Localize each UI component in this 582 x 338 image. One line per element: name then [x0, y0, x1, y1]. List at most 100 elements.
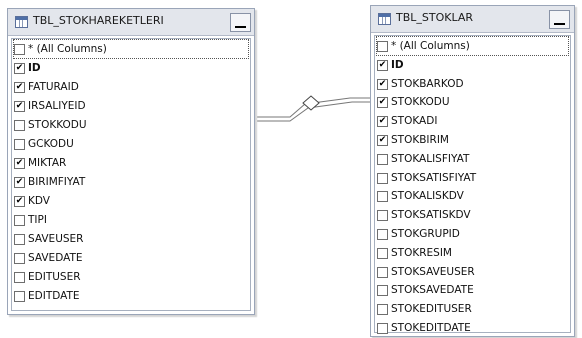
column-label: ID	[28, 62, 41, 74]
checkbox-icon[interactable]	[377, 229, 388, 240]
column-label: SAVEUSER	[28, 233, 84, 245]
column-row[interactable]: ✔ STOKADI	[377, 112, 568, 130]
column-row[interactable]: STOKALISFIYAT	[377, 150, 568, 168]
checkbox-icon[interactable]: ✔	[14, 63, 25, 74]
table-window-left[interactable]: TBL_STOKHAREKETLERI * (All Columns) ✔ ID ✔ F…	[7, 8, 255, 315]
checkbox-icon[interactable]: ✔	[377, 78, 388, 90]
column-label: STOKALISFIYAT	[391, 152, 470, 165]
column-label: STOKBARKOD	[391, 77, 464, 90]
table-title-bar[interactable]: TBL_STOKHAREKETLERI	[8, 9, 254, 36]
minimize-button[interactable]	[230, 13, 251, 32]
checkbox-icon[interactable]	[14, 253, 25, 264]
column-label: TIPI	[28, 214, 47, 226]
column-label: STOKSAVEUSER	[391, 265, 475, 278]
column-label: KDV	[28, 195, 50, 207]
column-label: STOKSAVEDATE	[391, 284, 474, 297]
column-label: STOKEDITUSER	[391, 303, 472, 316]
column-row[interactable]: STOKGRUPID	[377, 225, 568, 243]
column-row[interactable]: SAVEDATE	[14, 249, 248, 267]
column-row[interactable]: ✔ STOKBARKOD	[377, 75, 568, 93]
column-row[interactable]: STOKKODU	[14, 116, 248, 134]
checkbox-icon[interactable]	[377, 172, 388, 184]
checkbox-icon[interactable]	[377, 247, 388, 259]
column-row[interactable]: EDITUSER	[14, 268, 248, 286]
column-label: * (All Columns)	[28, 43, 107, 55]
column-row[interactable]: ✔ MIKTAR	[14, 154, 248, 172]
column-label: GCKODU	[28, 138, 74, 150]
column-label: BIRIMFIYAT	[28, 176, 86, 188]
checkbox-icon[interactable]	[377, 285, 388, 297]
table-title-bar[interactable]: TBL_STOKLAR	[371, 6, 574, 33]
column-row[interactable]: * (All Columns)	[376, 36, 569, 56]
column-row[interactable]: TIPI	[14, 211, 248, 229]
column-row[interactable]: STOKRESIM	[377, 244, 568, 262]
table-icon	[378, 13, 391, 25]
checkbox-icon[interactable]: ✔	[14, 196, 25, 207]
checkbox-icon[interactable]: ✔	[377, 116, 388, 128]
checkbox-icon[interactable]: ✔	[377, 135, 388, 146]
checkbox-icon[interactable]: ✔	[14, 177, 25, 188]
checkbox-icon[interactable]	[14, 44, 25, 55]
column-label: SAVEDATE	[28, 252, 83, 264]
column-label: STOKGRUPID	[391, 228, 460, 240]
checkbox-icon[interactable]	[14, 120, 25, 131]
checkbox-icon[interactable]: ✔	[377, 59, 388, 71]
checkbox-icon[interactable]	[14, 139, 25, 150]
column-row[interactable]: SAVEUSER	[14, 230, 248, 248]
checkbox-icon[interactable]	[377, 210, 388, 222]
checkbox-icon[interactable]	[377, 191, 388, 203]
column-row[interactable]: STOKEDITUSER	[377, 300, 568, 318]
column-label: STOKSATISKDV	[391, 209, 471, 222]
column-row[interactable]: * (All Columns)	[13, 39, 249, 59]
checkbox-icon[interactable]: ✔	[377, 97, 388, 109]
column-label: ID	[391, 58, 404, 71]
checkbox-icon[interactable]	[14, 272, 25, 283]
minimize-button[interactable]	[549, 10, 570, 29]
column-row[interactable]: ✔ FATURAID	[14, 78, 248, 96]
table-icon	[15, 16, 28, 28]
column-row[interactable]: ✔ ID	[377, 56, 568, 74]
column-row[interactable]: ✔ ID	[14, 59, 248, 77]
column-row[interactable]: STOKEDITDATE	[377, 319, 568, 337]
column-list[interactable]: * (All Columns) ✔ ID ✔ FATURAID ✔ IRSALIYEID ST…	[11, 38, 251, 311]
column-row[interactable]: ✔ KDV	[14, 192, 248, 210]
column-label: MIKTAR	[28, 157, 67, 169]
checkbox-icon[interactable]	[377, 41, 388, 52]
column-label: STOKKODU	[391, 96, 450, 109]
join-icon	[302, 95, 320, 111]
column-row[interactable]: ✔ STOKBIRIM	[377, 131, 568, 149]
column-label: EDITUSER	[28, 271, 81, 283]
column-row[interactable]: STOKSATISFIYAT	[377, 169, 568, 187]
column-row[interactable]: GCKODU	[14, 135, 248, 153]
column-label: STOKADI	[391, 115, 438, 128]
column-row[interactable]: STOKALISKDV	[377, 187, 568, 205]
column-list[interactable]: * (All Columns) ✔ ID ✔ STOKBARKOD ✔ STOKKODU ✔ S…	[374, 35, 571, 334]
column-row[interactable]: EDITDATE	[14, 287, 248, 305]
checkbox-icon[interactable]: ✔	[14, 101, 25, 112]
checkbox-icon[interactable]: ✔	[14, 158, 25, 169]
column-label: EDITDATE	[28, 290, 80, 302]
column-label: FATURAID	[28, 81, 79, 93]
checkbox-icon[interactable]	[14, 291, 25, 302]
table-title: TBL_STOKHAREKETLERI	[33, 14, 164, 27]
column-label: STOKRESIM	[391, 246, 452, 259]
column-row[interactable]: ✔ IRSALIYEID	[14, 97, 248, 115]
checkbox-icon[interactable]	[377, 304, 388, 316]
column-label: STOKKODU	[28, 119, 87, 131]
column-label: IRSALIYEID	[28, 100, 86, 112]
column-label: * (All Columns)	[391, 40, 470, 52]
checkbox-icon[interactable]	[14, 215, 25, 226]
column-row[interactable]: ✔ STOKKODU	[377, 93, 568, 111]
column-row[interactable]: ✔ BIRIMFIYAT	[14, 173, 248, 191]
column-row[interactable]: STOKSAVEUSER	[377, 263, 568, 281]
column-row[interactable]: STOKSATISKDV	[377, 206, 568, 224]
column-row[interactable]: STOKSAVEDATE	[377, 281, 568, 299]
checkbox-icon[interactable]: ✔	[14, 82, 25, 93]
checkbox-icon[interactable]	[377, 323, 388, 334]
table-window-right[interactable]: TBL_STOKLAR * (All Columns) ✔ ID ✔ STOKBARKO…	[370, 5, 575, 337]
checkbox-icon[interactable]	[377, 153, 388, 165]
column-label: STOKSATISFIYAT	[391, 171, 477, 184]
column-label: STOKALISKDV	[391, 190, 464, 203]
checkbox-icon[interactable]	[377, 266, 388, 278]
checkbox-icon[interactable]	[14, 234, 25, 245]
